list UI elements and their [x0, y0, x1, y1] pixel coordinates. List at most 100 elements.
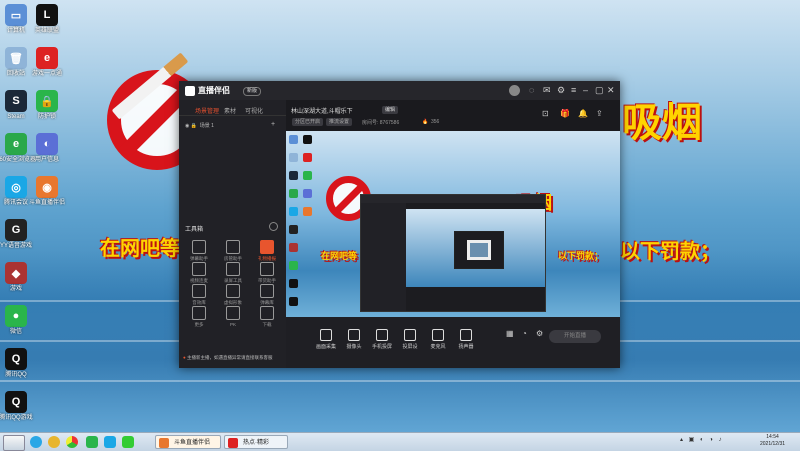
- tab-material[interactable]: 素材: [224, 106, 236, 115]
- ie-icon[interactable]: [30, 436, 42, 448]
- layout-icon[interactable]: ◔: [522, 329, 527, 339]
- desktop-icon-label: 游戏一点通: [31, 71, 62, 77]
- tool-item[interactable]: 视频连麦: [184, 262, 214, 284]
- eye-icon[interactable]: ◉: [185, 123, 189, 129]
- notice-text: 主播新主播，如遇直播异常请直接联系客服: [186, 355, 273, 360]
- desktop-icon[interactable]: Q 腾讯QQ游戏: [0, 391, 39, 422]
- chrome-icon[interactable]: [66, 436, 78, 448]
- settings-icon[interactable]: ⚙: [557, 85, 565, 95]
- tab-scene[interactable]: 场景管理: [195, 106, 219, 115]
- tool-item[interactable]: 弹幕库: [252, 284, 282, 306]
- desktop-icon[interactable]: ◐ 用户信息: [24, 133, 70, 164]
- tool-item[interactable]: 更多: [184, 306, 214, 328]
- bell-icon[interactable]: 🔔: [578, 109, 588, 119]
- edit-title-button[interactable]: 编辑: [382, 106, 399, 114]
- minimize-icon[interactable]: –: [583, 85, 588, 95]
- add-scene-icon[interactable]: +: [271, 121, 275, 128]
- gear-small-icon[interactable]: ⚙: [536, 329, 543, 339]
- title-bar[interactable]: 直播伴侣 新版 ◌ ✉ ⚙ ≡ – ▢ ✕: [179, 81, 620, 100]
- preview-desktop-icon: [289, 297, 298, 306]
- desktop-icon-image: L: [36, 4, 58, 26]
- skin-icon[interactable]: ◌: [529, 85, 534, 95]
- desktop-icon[interactable]: e 游戏一点通: [24, 47, 70, 78]
- browser-icon[interactable]: [104, 436, 116, 448]
- desktop-icon[interactable]: L 英雄联盟: [24, 4, 70, 35]
- tool-icon: [226, 306, 240, 320]
- preview-banner-left: 在网吧等: [321, 252, 358, 262]
- tool-item[interactable]: PK: [218, 306, 248, 327]
- menu-icon[interactable]: ≡: [571, 85, 576, 95]
- tools-more-icon[interactable]: [269, 222, 278, 231]
- nested-canvas: [406, 209, 545, 287]
- preview-desktop-icon: [289, 189, 298, 198]
- tool-label: PK: [229, 322, 236, 327]
- tool-item[interactable]: 房管助手: [218, 240, 248, 262]
- gift-icon[interactable]: 🎁: [560, 109, 570, 119]
- folder-icon[interactable]: [48, 436, 60, 448]
- taskbar-item-douyu[interactable]: 斗鱼直播伴侣: [155, 435, 221, 449]
- preview-desktop-icon: [303, 171, 312, 180]
- app-icon[interactable]: [122, 436, 134, 448]
- maximize-icon[interactable]: ▢: [595, 85, 604, 95]
- taskbar-item-news[interactable]: 热点·精彩: [224, 435, 288, 449]
- tool-icon: [192, 306, 206, 320]
- message-icon[interactable]: ✉: [543, 85, 551, 95]
- badge-category[interactable]: 分区已开启: [292, 118, 324, 126]
- tool-item[interactable]: 带货助手: [252, 262, 282, 284]
- bottom-action[interactable]: 扬声器: [450, 329, 482, 350]
- tab-visual[interactable]: 可视化: [245, 106, 263, 115]
- desktop-icon[interactable]: Q 腾讯QQ: [0, 348, 39, 379]
- desktop-icon[interactable]: ◉ 斗鱼直播伴侣: [24, 176, 70, 207]
- clock[interactable]: 14:54 2021/12/31: [760, 434, 785, 448]
- avatar[interactable]: [509, 85, 520, 96]
- preview-desktop-icon: [289, 135, 298, 144]
- clock-date: 2021/12/31: [760, 441, 786, 447]
- desktop-icon[interactable]: 🔒 防护锁: [24, 90, 70, 121]
- tray-icons[interactable]: ▴ ▣ ◐ ◑ ♪: [680, 436, 740, 448]
- sidebar: 场景管理 素材 可视化 ◉ 🔒 场景 1 + 工具箱 弹幕助手 房管助手 礼物播报视…: [179, 100, 286, 368]
- desktop-icon[interactable]: ● 微信: [0, 305, 39, 336]
- desktop-icon-image: G: [5, 219, 27, 241]
- tool-item[interactable]: 弹幕助手: [184, 240, 214, 262]
- desktop-icon-label: 用户信息: [34, 157, 59, 163]
- fire-icon: 🔥: [422, 119, 429, 125]
- desktop-icon-label: 游戏: [9, 286, 22, 292]
- app-name: 直播伴侣: [198, 86, 230, 95]
- lock-icon[interactable]: 🔒: [191, 123, 197, 129]
- tool-item[interactable]: 虚拟形象: [218, 284, 248, 306]
- tool-icon: [192, 240, 206, 254]
- preview-panel: 林山深湖大道,斗帽乐下 编辑 分区已开启 推流设置 房间号: 8767586 🔥…: [286, 100, 620, 368]
- tool-item[interactable]: 音效库: [184, 284, 214, 306]
- start-button[interactable]: [3, 435, 25, 451]
- desktop-icon[interactable]: ◆ 游戏: [0, 262, 39, 293]
- nested-title-bar: [361, 195, 545, 203]
- room-info: 房间号: 8767586: [362, 120, 400, 126]
- share-icon[interactable]: ⇪: [596, 109, 603, 119]
- preview-desktop-icon: [289, 243, 298, 252]
- start-live-button[interactable]: 开始直播: [549, 330, 601, 343]
- badge-stream-settings[interactable]: 推流设置: [326, 118, 353, 126]
- desktop-icon-image: ◆: [5, 262, 27, 284]
- bottom-action-icon: [404, 329, 416, 341]
- tool-icon: [260, 240, 274, 254]
- desktop: 吸烟 在网吧等 以下罚款； ▭计算机🗑回收站SSteame360安全浏览器◎腾讯…: [0, 0, 800, 432]
- 360-icon[interactable]: [86, 436, 98, 448]
- bottom-action-icon: [432, 329, 444, 341]
- preview-canvas[interactable]: 吸烟 在网吧等 以下罚款；: [286, 131, 620, 317]
- tool-item[interactable]: 下载: [252, 306, 282, 328]
- clock-time: 14:54: [766, 434, 779, 440]
- tool-icon: [192, 284, 206, 298]
- douyu-icon: [159, 438, 169, 448]
- bottom-toolbar: 画面采集 摄像头 手机投屏 投屏设 麦克风 扬声器 ▦ ◔ ⚙ 开始直播: [286, 317, 620, 368]
- desktop-icon[interactable]: G YY语音游戏: [0, 219, 39, 250]
- tool-item[interactable]: 礼物播报: [252, 240, 282, 262]
- tool-icon: [260, 306, 274, 320]
- tool-item[interactable]: 录屏工具: [218, 262, 248, 284]
- scene-row[interactable]: ◉ 🔒 场景 1: [185, 122, 214, 129]
- preview-desktop-icon: [289, 153, 298, 162]
- desktop-icon-label: YY语音游戏: [0, 243, 32, 249]
- grid-icon[interactable]: ▦: [506, 329, 514, 339]
- close-icon[interactable]: ✕: [607, 85, 615, 95]
- taskbar: 斗鱼直播伴侣 热点·精彩 ▴ ▣ ◐ ◑ ♪ 14:54 2021/12/31: [0, 432, 800, 451]
- record-icon[interactable]: ⊡: [542, 109, 549, 119]
